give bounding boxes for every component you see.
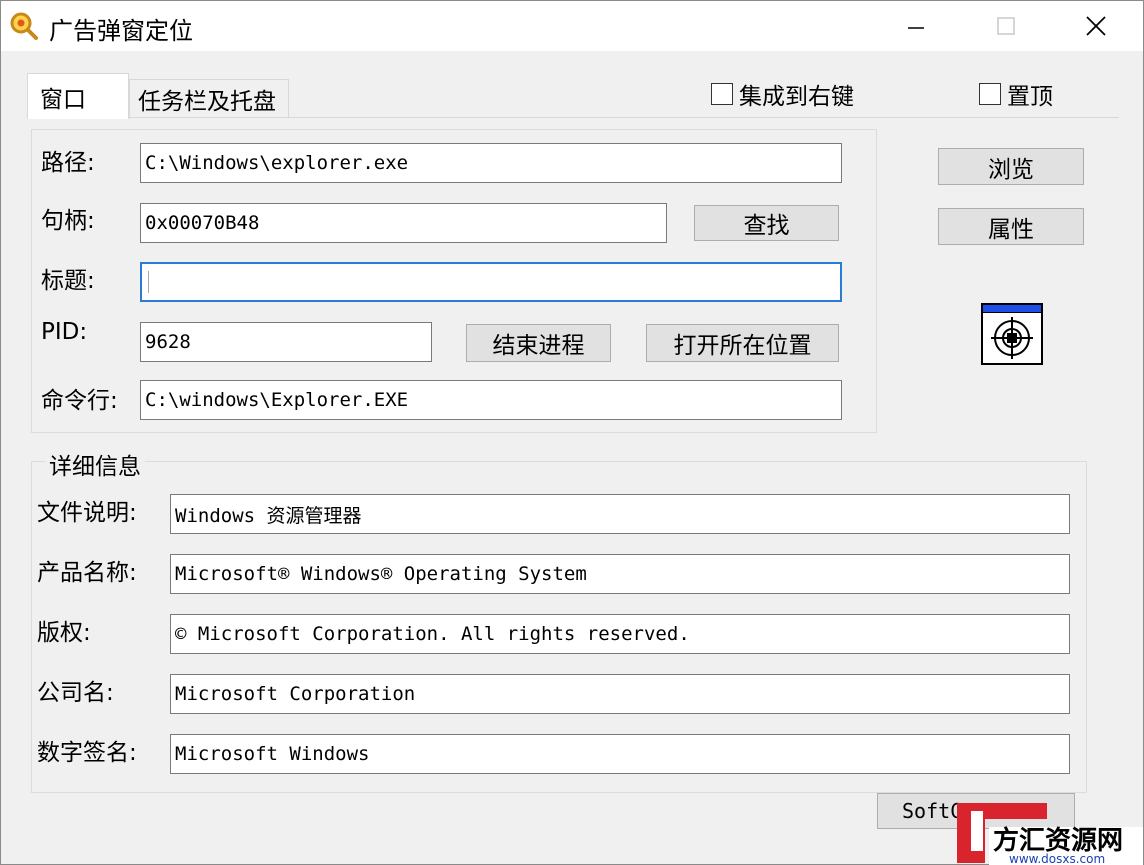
checkbox-box[interactable] <box>979 83 1001 105</box>
tab-taskbar-tray[interactable]: 任务栏及托盘 <box>129 79 289 117</box>
crosshair-icon <box>991 317 1033 359</box>
window-title: 广告弹窗定位 <box>49 17 193 45</box>
title-field[interactable] <box>140 262 842 302</box>
close-button[interactable] <box>1051 1 1141 51</box>
browse-button[interactable]: 浏览 <box>938 148 1084 185</box>
file-desc-field[interactable]: Windows 资源管理器 <box>170 494 1070 534</box>
magnifier-icon <box>10 12 38 40</box>
maximize-icon <box>997 17 1015 35</box>
window-finder-icon[interactable] <box>981 303 1043 365</box>
tab-window[interactable]: 窗口 <box>27 73 129 119</box>
topmost-label: 置顶 <box>1007 84 1053 110</box>
close-icon <box>1086 16 1106 36</box>
text-caret <box>148 271 149 293</box>
handle-label: 句柄: <box>41 208 95 234</box>
cmdline-field[interactable]: C:\windows\Explorer.EXE <box>140 380 842 420</box>
watermark-logo-icon: 方汇资源网 www.dosxs.com <box>957 803 1143 865</box>
context-menu-checkbox[interactable]: 集成到右键 <box>711 77 854 111</box>
handle-field[interactable]: 0x00070B48 <box>140 203 667 243</box>
file-desc-label: 文件说明: <box>37 500 137 526</box>
svg-text:www.dosxs.com: www.dosxs.com <box>1009 852 1105 865</box>
copyright-label: 版权: <box>37 620 91 646</box>
find-button[interactable]: 查找 <box>694 205 839 241</box>
path-field[interactable]: C:\Windows\explorer.exe <box>140 143 842 183</box>
product-name-label: 产品名称: <box>37 560 137 586</box>
signature-label: 数字签名: <box>37 740 137 766</box>
minimize-icon <box>908 27 924 29</box>
company-field[interactable]: Microsoft Corporation <box>170 674 1070 714</box>
product-name-field[interactable]: Microsoft® Windows® Operating System <box>170 554 1070 594</box>
pid-field[interactable]: 9628 <box>140 322 432 362</box>
kill-process-button[interactable]: 结束进程 <box>466 324 611 362</box>
maximize-button[interactable] <box>961 1 1051 51</box>
main-window: 广告弹窗定位 窗口 任务栏及托盘 集成到右键 置顶 路径: C:\Windows… <box>0 0 1144 865</box>
title-bar[interactable]: 广告弹窗定位 <box>1 1 1143 51</box>
minimize-button[interactable] <box>871 1 961 51</box>
signature-field[interactable]: Microsoft Windows <box>170 734 1070 774</box>
cmdline-label: 命令行: <box>41 388 118 414</box>
checkbox-box[interactable] <box>711 83 733 105</box>
title-label: 标题: <box>41 268 95 294</box>
details-legend: 详细信息 <box>45 447 145 481</box>
topmost-checkbox[interactable]: 置顶 <box>979 77 1053 111</box>
context-menu-label: 集成到右键 <box>739 84 854 110</box>
company-label: 公司名: <box>37 680 114 706</box>
copyright-field[interactable]: © Microsoft Corporation. All rights rese… <box>170 614 1070 654</box>
properties-button[interactable]: 属性 <box>938 208 1084 245</box>
tab-panel-border <box>27 117 1119 118</box>
pid-label: PID: <box>41 319 88 345</box>
finder-titlebar <box>983 305 1041 313</box>
path-label: 路径: <box>41 150 95 176</box>
open-location-button[interactable]: 打开所在位置 <box>646 324 839 362</box>
